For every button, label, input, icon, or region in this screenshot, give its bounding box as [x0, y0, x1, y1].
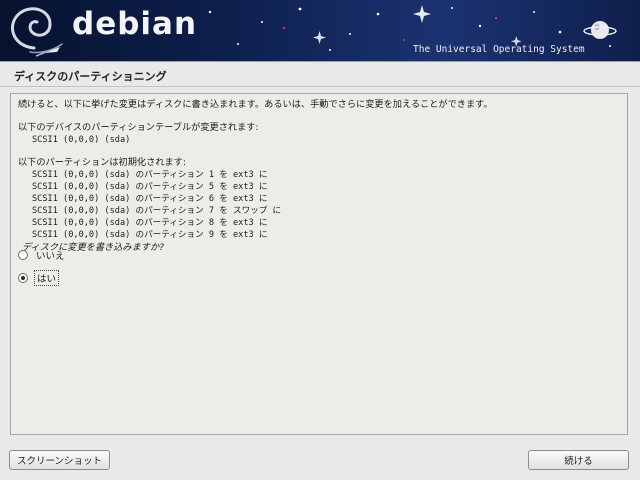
page-title: ディスクのパーティショニング [14, 70, 167, 83]
content-panel: 続けると、以下に挙げた変更はディスクに書き込まれます。あるいは、手動でさらに変更… [10, 93, 628, 435]
format-item: SCSI1 (0,0,0) (sda) のパーティション 9 を ext3 に [32, 230, 268, 240]
format-item: SCSI1 (0,0,0) (sda) のパーティション 8 を ext3 に [32, 218, 268, 228]
format-heading: 以下のパーティションは初期化されます: [18, 157, 186, 168]
banner-tagline: The Universal Operating System [413, 44, 585, 55]
question-text: ディスクに変更を書き込みますか? [22, 242, 165, 253]
debian-swirl-icon [10, 7, 63, 54]
rocket-icon [35, 47, 60, 57]
debian-banner: debian The Universal Operating System [0, 0, 640, 61]
banner-divider [0, 61, 640, 62]
debian-logo-text: debian [72, 6, 198, 42]
intro-text: 続けると、以下に挙げた変更はディスクに書き込まれます。あるいは、手動でさらに変更… [18, 99, 493, 110]
screenshot-button[interactable]: スクリーンショット [9, 450, 110, 470]
planet-icon [583, 21, 617, 39]
option-no-label[interactable]: いいえ [34, 248, 67, 262]
table-heading: 以下のデバイスのパーティションテーブルが変更されます: [18, 122, 259, 133]
table-device: SCSI1 (0,0,0) (sda) [32, 135, 131, 145]
continue-button[interactable]: 続ける [528, 450, 629, 470]
radio-no[interactable] [18, 250, 28, 260]
message-text: 続けると、以下に挙げた変更はディスクに書き込まれます。あるいは、手動でさらに変更… [18, 99, 621, 254]
format-item: SCSI1 (0,0,0) (sda) のパーティション 1 を ext3 に [32, 170, 268, 180]
format-item: SCSI1 (0,0,0) (sda) のパーティション 5 を ext3 に [32, 182, 268, 192]
option-no[interactable]: いいえ [18, 248, 67, 262]
title-divider [0, 86, 640, 87]
radio-yes[interactable] [18, 273, 28, 283]
format-item: SCSI1 (0,0,0) (sda) のパーティション 7 を スワップ に [32, 206, 282, 216]
option-yes[interactable]: はい [18, 270, 60, 286]
format-item: SCSI1 (0,0,0) (sda) のパーティション 6 を ext3 に [32, 194, 268, 204]
option-yes-label[interactable]: はい [34, 270, 60, 286]
